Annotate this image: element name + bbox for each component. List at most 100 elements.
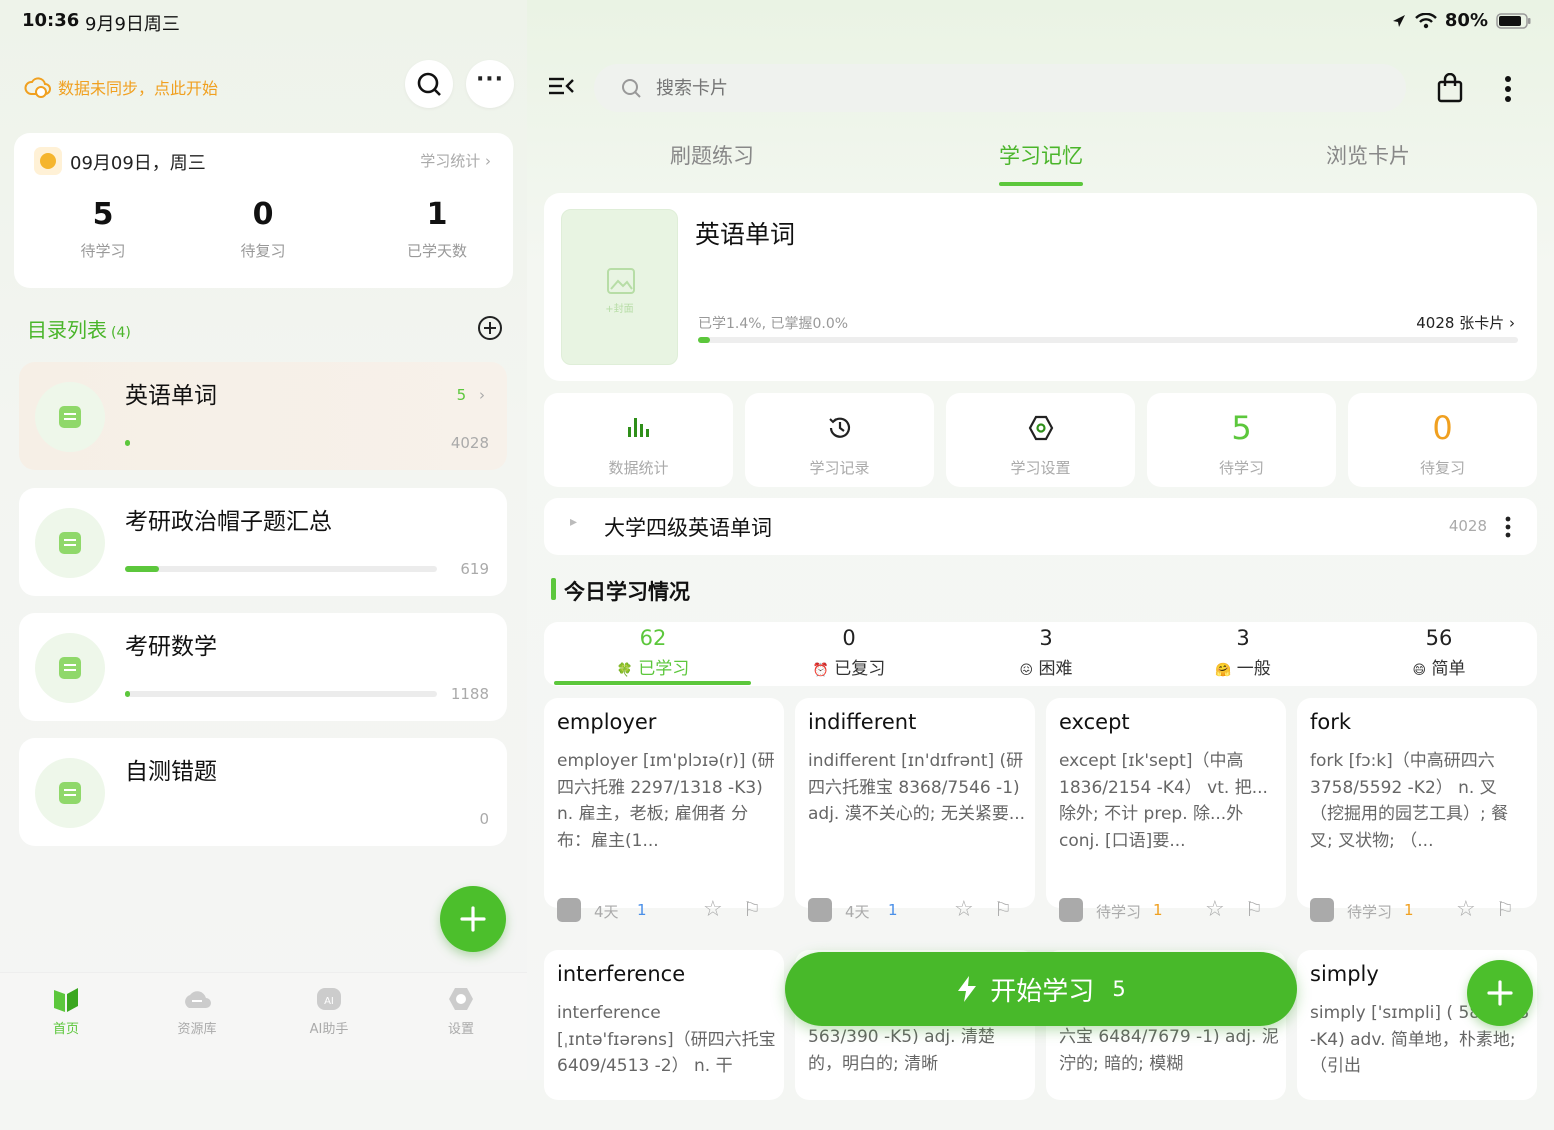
word-title: fork [1310, 710, 1352, 734]
star-icon[interactable]: ☆ [1205, 897, 1225, 922]
image-icon [607, 268, 635, 294]
deck-progress [125, 440, 437, 446]
tab-practice[interactable]: 刷题练习 [670, 140, 754, 170]
cover-placeholder[interactable]: +封面 [561, 209, 678, 365]
more-button[interactable]: ··· [466, 60, 514, 108]
collapse-sidebar-button[interactable] [547, 74, 575, 102]
add-deck-fab[interactable] [440, 886, 506, 952]
add-card-fab[interactable] [1467, 960, 1533, 1026]
today-learned[interactable]: 62 🍀 已学习 [555, 626, 751, 679]
expand-triangle-icon[interactable]: ▸ [570, 514, 577, 530]
star-icon[interactable]: ☆ [703, 897, 723, 922]
shop-button[interactable] [1437, 72, 1463, 107]
subdeck-title: 大学四级英语单词 [604, 516, 772, 540]
stat-pending-review[interactable]: 0 待复习 [188, 197, 338, 261]
svg-text:AI: AI [324, 996, 334, 1007]
deck-item[interactable]: 自测错题 0 [19, 738, 507, 846]
nav-home[interactable]: 首页 [21, 984, 111, 1037]
word-definition: indifferent [ɪn'dɪfrənt] (研四六托雅宝 8368/75… [808, 751, 1026, 824]
stat-days-learned[interactable]: 1 已学天数 [362, 197, 512, 261]
more-vertical-icon[interactable] [1505, 516, 1511, 538]
stats-link[interactable]: 学习统计 › [420, 150, 491, 171]
nav-ai[interactable]: AI AI助手 [284, 984, 374, 1037]
nav-resources[interactable]: 资源库 [152, 984, 242, 1037]
pending-learn-tile[interactable]: 5 待学习 [1147, 393, 1336, 487]
date-card: 09月09日，周三 学习统计 › 5 待学习 0 待复习 1 已学天数 [14, 133, 513, 288]
card-type-icon [808, 898, 832, 922]
word-card[interactable]: interference interference [ˌɪntə'fɪərəns… [544, 950, 784, 1100]
settings-icon [1028, 415, 1054, 441]
hard-face-icon: 😖 [1019, 663, 1034, 678]
stats-button[interactable]: 数据统计 [544, 393, 733, 487]
word-card[interactable]: fork fork [fɔ:k]（中高研四六 3758/5592 -K2） n.… [1297, 698, 1537, 922]
search-input[interactable] [654, 76, 1354, 100]
deck-header-progress-fill [698, 337, 710, 343]
deck-progress [125, 566, 437, 572]
flag-icon[interactable]: ⚐ [743, 897, 761, 921]
nav-label: AI助手 [309, 1022, 349, 1037]
history-icon [829, 417, 851, 438]
mascot-icon [34, 147, 62, 175]
flag-icon[interactable]: ⚐ [1245, 897, 1263, 921]
word-footer: 4天 1 ☆ ⚐ [808, 897, 1030, 924]
status-date: 9月9日周三 [85, 14, 180, 35]
today-title: 今日学习情况 [564, 580, 690, 604]
star-icon[interactable]: ☆ [1456, 897, 1476, 922]
sync-banner[interactable]: 数据未同步，点此开始 [24, 74, 218, 100]
word-card[interactable]: employer employer [ɪm'plɔɪə(r)] (研四六托雅 2… [544, 698, 784, 922]
word-card[interactable]: indifferent indifferent [ɪn'dɪfrənt] (研四… [795, 698, 1035, 922]
quick-label: 学习设置 [1010, 459, 1071, 477]
word-card[interactable]: except except [ɪk'sept]（中高 1836/2154 -K4… [1046, 698, 1286, 922]
search-button[interactable] [405, 60, 453, 108]
easy-face-icon: 😄 [1412, 663, 1427, 678]
deck-item[interactable]: 英语单词 5 › 4028 [19, 362, 507, 470]
pending-review-tile[interactable]: 0 待复习 [1348, 393, 1537, 487]
history-button[interactable]: 学习记录 [745, 393, 934, 487]
search-bar[interactable] [594, 64, 1406, 112]
today-value: 56 [1425, 626, 1453, 650]
start-learning-button[interactable]: 开始学习 5 [785, 952, 1297, 1026]
wifi-icon [1415, 12, 1437, 28]
cloud-icon [185, 991, 211, 1008]
bar-chart-icon [628, 418, 649, 437]
more-options-button[interactable] [1503, 74, 1513, 108]
today-hard[interactable]: 3 😖 困难 [948, 626, 1144, 679]
learn-settings-button[interactable]: 学习设置 [946, 393, 1135, 487]
deck-progress [125, 691, 437, 697]
plus-icon [1487, 980, 1513, 1006]
today-label: 简单 [1431, 659, 1466, 679]
stat-value: 0 [252, 197, 274, 232]
deck-title: 考研政治帽子题汇总 [125, 509, 332, 535]
today-normal[interactable]: 3 🤗 一般 [1145, 626, 1341, 679]
tab-browse[interactable]: 浏览卡片 [1326, 140, 1410, 170]
status-right: 80% [1391, 10, 1532, 31]
deck-item[interactable]: 考研政治帽子题汇总 619 [19, 488, 507, 596]
cards-link[interactable]: 4028 张卡片 › [1416, 312, 1515, 333]
stat-label: 待复习 [240, 242, 286, 260]
pending-learn-value: 5 [1231, 409, 1252, 447]
stat-pending-learn[interactable]: 5 待学习 [28, 197, 178, 261]
flag-icon[interactable]: ⚐ [994, 897, 1012, 921]
deck-item[interactable]: 考研数学 1188 [19, 613, 507, 721]
nav-settings[interactable]: 设置 [416, 984, 506, 1037]
flag-icon[interactable]: ⚐ [1496, 897, 1514, 921]
word-definition: 563/390 -K5) adj. 清楚的，明白的; 清晰 [808, 1027, 995, 1074]
tab-memory[interactable]: 学习记忆 [999, 140, 1083, 170]
deck-header-title: 英语单词 [695, 220, 796, 249]
word-status: 4天 [594, 903, 619, 921]
clover-icon: 🍀 [616, 663, 633, 678]
normal-face-icon: 🤗 [1215, 663, 1232, 678]
today-easy[interactable]: 56 😄 简单 [1341, 626, 1537, 679]
card-type-icon [1310, 898, 1334, 922]
add-catalog-button[interactable] [477, 315, 503, 345]
deck-icon [35, 508, 105, 578]
start-learning-label: 开始学习 [990, 976, 1095, 1007]
star-icon[interactable]: ☆ [954, 897, 974, 922]
today-label: 已复习 [834, 659, 886, 679]
subdeck-row[interactable]: ▸ 大学四级英语单词 4028 [544, 498, 1537, 555]
today-tab-indicator [554, 681, 751, 685]
word-definition: except [ɪk'sept]（中高 1836/2154 -K4） vt. 把… [1059, 751, 1268, 851]
deck-header-card: +封面 英语单词 已学1.4%, 已掌握0.0% 4028 张卡片 › [544, 193, 1537, 381]
today-reviewed[interactable]: 0 ⏰ 已复习 [751, 626, 947, 679]
quick-label: 数据统计 [608, 459, 669, 477]
